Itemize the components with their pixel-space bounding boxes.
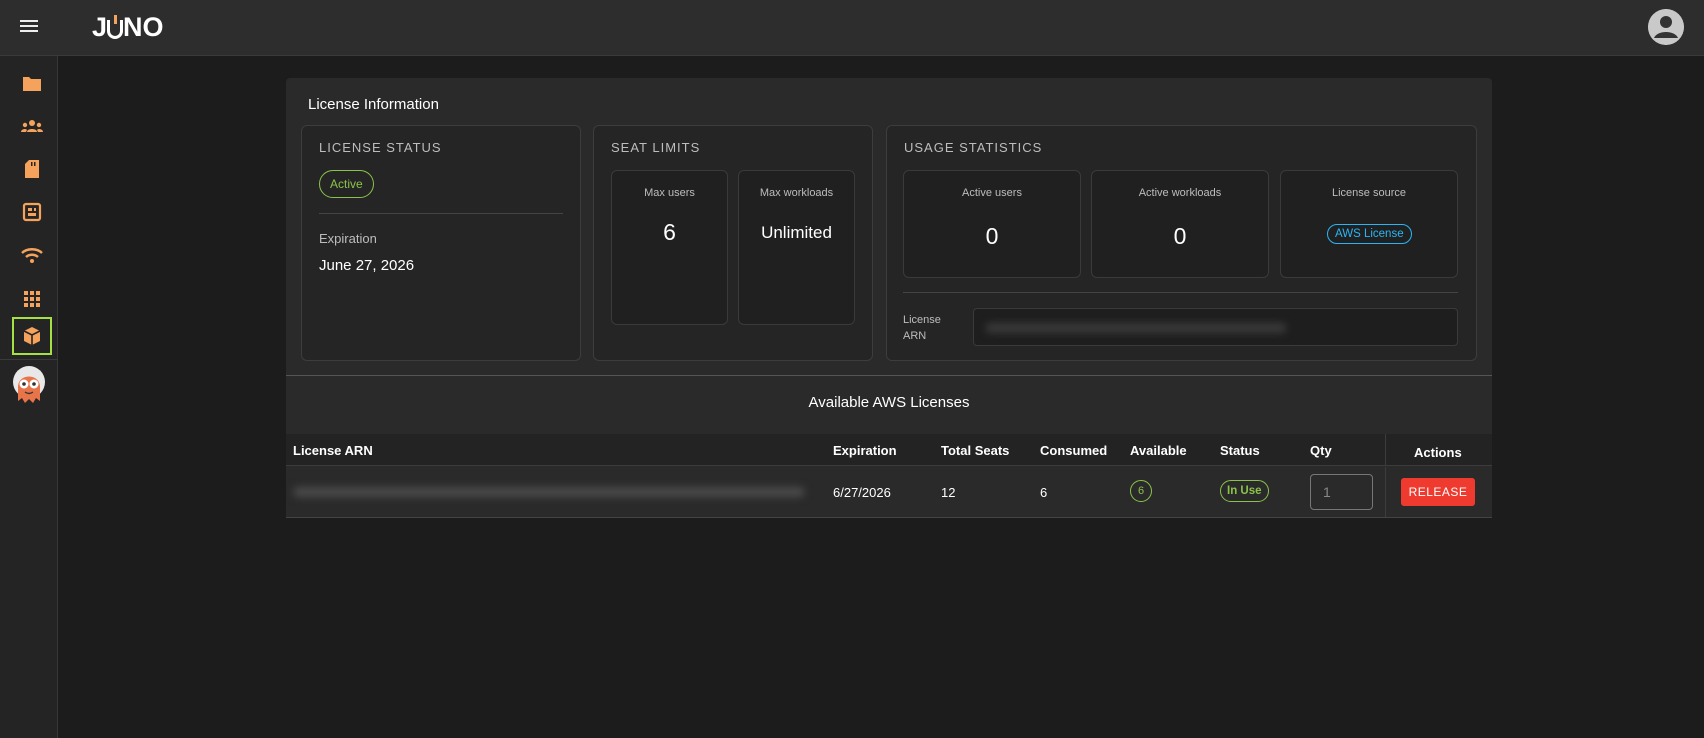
seat-limits-panel: SEAT LIMITS Max users 6 Max workloads Un… <box>593 125 873 361</box>
release-button[interactable]: RELEASE <box>1401 478 1475 506</box>
license-information-card: License Information LICENSE STATUS Activ… <box>286 78 1492 518</box>
max-users-box: Max users 6 <box>611 170 728 325</box>
license-source-box: License source AWS License <box>1280 170 1458 278</box>
license-arn-field[interactable] <box>973 308 1458 346</box>
stat-label: Active workloads <box>1138 187 1222 199</box>
table-row: 6/27/2026 12 6 6 In Use RELEASE <box>286 467 1492 518</box>
wifi-icon <box>21 248 43 263</box>
column-header: Qty <box>1310 443 1332 458</box>
max-workloads-box: Max workloads Unlimited <box>738 170 855 325</box>
account-icon <box>1648 9 1684 45</box>
license-arn-label: License ARN <box>903 314 941 342</box>
top-app-bar: J NO <box>0 0 1704 56</box>
column-header: Total Seats <box>941 443 1010 458</box>
stat-value: 6 <box>663 219 676 245</box>
sidebar-item-hardware[interactable] <box>12 193 52 231</box>
redacted-license-arn <box>294 487 804 497</box>
expiration-cell: 6/27/2026 <box>833 485 891 500</box>
chip-board-icon <box>22 202 42 222</box>
license-status-panel: LICENSE STATUS Active Expiration June 27… <box>301 125 581 361</box>
groups-icon <box>21 120 43 132</box>
sidebar-item-apps[interactable] <box>12 280 52 318</box>
sd-card-icon <box>25 160 39 178</box>
sidebar-divider <box>0 359 58 360</box>
sidebar-item-licenses[interactable] <box>12 317 52 355</box>
expiration-label: Expiration <box>319 231 377 246</box>
column-header: Expiration <box>833 443 897 458</box>
package-icon <box>23 327 41 345</box>
total-seats-cell: 12 <box>941 485 956 500</box>
status-badge: In Use <box>1220 480 1269 502</box>
sidebar-item-files[interactable] <box>12 64 52 102</box>
divider <box>319 213 563 214</box>
juno-logo[interactable]: J NO <box>92 11 164 43</box>
panel-title: LICENSE STATUS <box>319 140 442 155</box>
panel-title: USAGE STATISTICS <box>904 140 1043 155</box>
qty-input[interactable] <box>1310 474 1373 510</box>
usage-statistics-panel: USAGE STATISTICS Active users 0 Active w… <box>886 125 1477 361</box>
column-header: Status <box>1220 443 1260 458</box>
panel-title: SEAT LIMITS <box>611 140 701 155</box>
stat-label: Active users <box>962 187 1022 199</box>
apps-grid-icon <box>24 291 40 307</box>
available-licenses-title: Available AWS Licenses <box>808 394 970 411</box>
menu-icon[interactable] <box>18 17 40 39</box>
sidebar-item-network[interactable] <box>12 237 52 275</box>
expiration-value: June 27, 2026 <box>319 257 415 274</box>
octopus-mascot-icon <box>13 366 45 403</box>
column-header: Consumed <box>1040 443 1108 458</box>
column-header: Available <box>1130 443 1187 458</box>
license-source-badge: AWS License <box>1327 224 1412 244</box>
sidebar-item-storage[interactable] <box>12 150 52 188</box>
stat-value: 0 <box>1173 223 1187 249</box>
stat-label: Max workloads <box>759 187 834 199</box>
divider <box>903 292 1458 293</box>
column-header: License ARN <box>293 443 373 458</box>
column-header: Actions <box>1414 445 1462 460</box>
mascot-avatar[interactable] <box>10 365 48 405</box>
stat-value: 0 <box>985 223 999 249</box>
active-workloads-box: Active workloads 0 <box>1091 170 1269 278</box>
stat-label: Max users <box>644 187 695 199</box>
column-divider <box>1385 434 1386 466</box>
stat-value: Unlimited <box>761 223 832 242</box>
account-avatar-button[interactable] <box>1648 9 1684 45</box>
status-badge: Active <box>319 170 374 198</box>
section-divider <box>286 375 1492 376</box>
available-badge: 6 <box>1130 480 1152 502</box>
folder-icon <box>23 77 41 91</box>
card-title: License Information <box>308 96 439 113</box>
column-divider <box>1385 467 1386 517</box>
consumed-cell: 6 <box>1040 485 1048 500</box>
stat-label: License source <box>1332 187 1406 199</box>
sidebar-item-users[interactable] <box>12 107 52 145</box>
active-users-box: Active users 0 <box>903 170 1081 278</box>
licenses-table-header: License ARN Expiration Total Seats Consu… <box>286 434 1492 466</box>
redacted-arn <box>986 323 1286 333</box>
sidebar-nav <box>0 56 58 738</box>
